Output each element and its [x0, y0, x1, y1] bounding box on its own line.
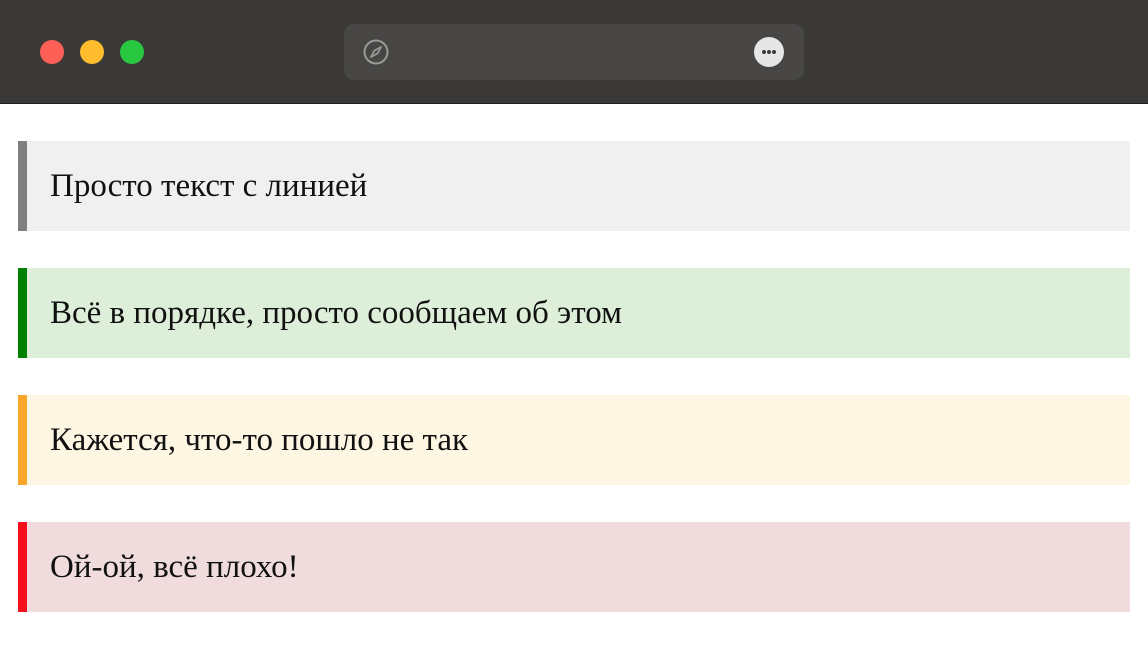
address-bar[interactable]	[344, 24, 804, 80]
callout-success: Всё в порядке, просто сообщаем об этом	[18, 268, 1130, 358]
callout-warning: Кажется, что-то пошло не так	[18, 395, 1130, 485]
callout-error-text: Ой-ой, всё плохо!	[50, 548, 299, 585]
maximize-window-button[interactable]	[120, 40, 144, 64]
more-options-icon[interactable]	[754, 37, 784, 67]
close-window-button[interactable]	[40, 40, 64, 64]
callout-warning-text: Кажется, что-то пошло не так	[50, 421, 469, 458]
callout-success-text: Всё в порядке, просто сообщаем об этом	[50, 294, 622, 331]
callout-neutral: Просто текст с линией	[18, 141, 1130, 231]
compass-icon	[363, 39, 389, 65]
callout-neutral-text: Просто текст с линией	[50, 167, 368, 204]
callout-error: Ой-ой, всё плохо!	[18, 522, 1130, 612]
minimize-window-button[interactable]	[80, 40, 104, 64]
browser-window: Просто текст с линией Всё в порядке, про…	[0, 0, 1148, 650]
page-content: Просто текст с линией Всё в порядке, про…	[18, 141, 1130, 649]
title-bar	[0, 0, 1148, 104]
